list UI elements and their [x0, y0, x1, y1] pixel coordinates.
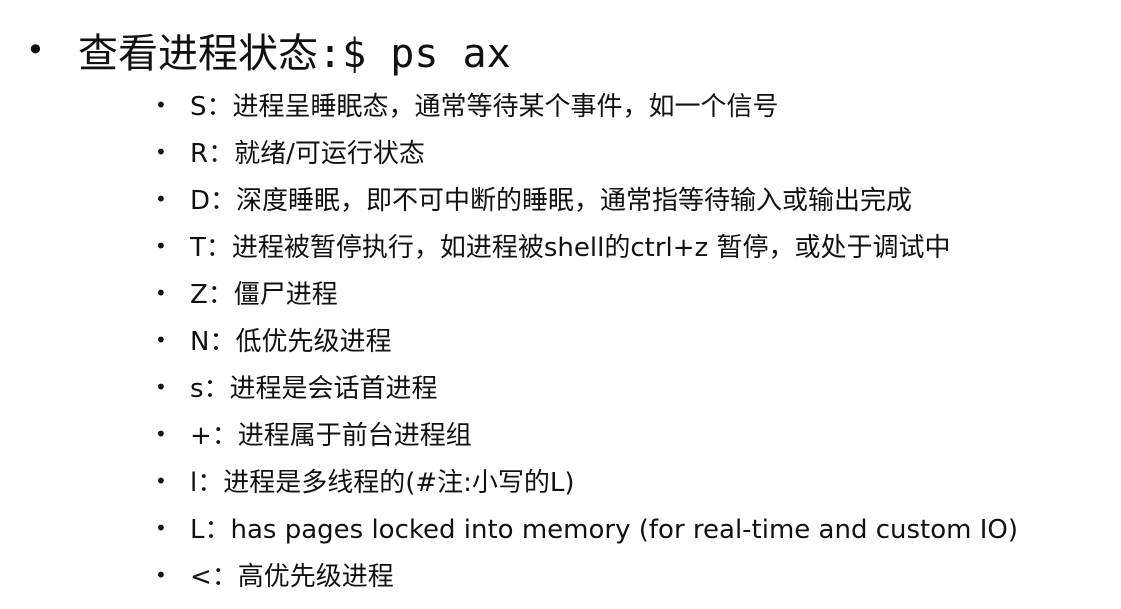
status-item-R: • R：就绪/可运行状态	[155, 128, 1018, 175]
status-item-text: Z：僵尸进程	[190, 280, 338, 310]
status-item-text: l：进程是多线程的(#注:小写的L)	[190, 468, 575, 498]
status-item-N: • N：低优先级进程	[155, 316, 1018, 363]
status-item-text: s：进程是会话首进程	[190, 374, 438, 404]
status-item-text: T：进程被暂停执行，如进程被shell的ctrl+z 暂停，或处于调试中	[190, 233, 951, 263]
slide: • 查看进程状态:$ ps ax • S：进程呈睡眠态，通常等待某个事件，如一个…	[0, 0, 1121, 609]
bullet-icon: •	[155, 280, 167, 305]
status-item-L: • L：has pages locked into memory (for re…	[155, 504, 1018, 551]
status-list: • S：进程呈睡眠态，通常等待某个事件，如一个信号 • R：就绪/可运行状态 •…	[155, 81, 1018, 598]
status-item-text: <：高优先级进程	[190, 562, 394, 592]
status-item-text: D：深度睡眠，即不可中断的睡眠，通常指等待输入或输出完成	[190, 186, 913, 216]
bullet-icon: •	[155, 92, 167, 117]
bullet-icon: •	[155, 327, 167, 352]
status-item-Z: • Z：僵尸进程	[155, 269, 1018, 316]
bullet-icon: •	[155, 186, 167, 211]
bullet-icon: •	[155, 421, 167, 446]
status-item-lt: • <：高优先级进程	[155, 551, 1018, 598]
bullet-icon: •	[155, 468, 167, 493]
bullet-icon: •	[155, 374, 167, 399]
status-item-text: S：进程呈睡眠态，通常等待某个事件，如一个信号	[190, 92, 779, 122]
status-item-text: L：has pages locked into memory (for real…	[190, 515, 1019, 545]
heading-bullet: •	[26, 31, 45, 69]
status-item-D: • D：深度睡眠，即不可中断的睡眠，通常指等待输入或输出完成	[155, 175, 1018, 222]
status-item-text: R：就绪/可运行状态	[190, 139, 425, 169]
status-item-text: N：低优先级进程	[190, 327, 392, 357]
bullet-icon: •	[155, 139, 167, 164]
status-item-T: • T：进程被暂停执行，如进程被shell的ctrl+z 暂停，或处于调试中	[155, 222, 1018, 269]
bullet-icon: •	[155, 562, 167, 587]
status-item-plus: • +：进程属于前台进程组	[155, 410, 1018, 457]
status-item-S: • S：进程呈睡眠态，通常等待某个事件，如一个信号	[155, 81, 1018, 128]
bullet-icon: •	[155, 233, 167, 258]
status-item-s: • s：进程是会话首进程	[155, 363, 1018, 410]
bullet-icon: •	[155, 515, 167, 540]
status-item-text: +：进程属于前台进程组	[190, 421, 472, 451]
slide-heading: • 查看进程状态:$ ps ax	[26, 18, 511, 82]
status-item-l: • l：进程是多线程的(#注:小写的L)	[155, 457, 1018, 504]
heading-text: 查看进程状态:$ ps ax	[78, 31, 511, 77]
